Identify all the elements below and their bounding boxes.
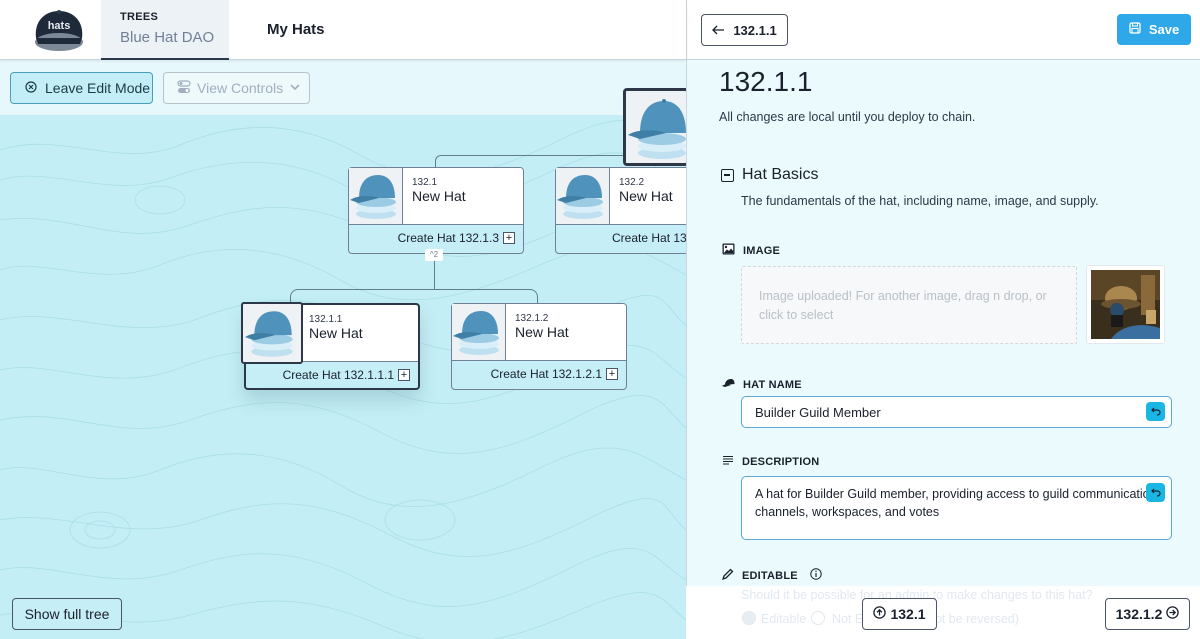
local-changes-note: All changes are local until you deploy t… xyxy=(719,110,976,124)
view-controls-label: View Controls xyxy=(197,80,284,96)
image-dropzone[interactable]: Image uploaded! For another image, drag … xyxy=(741,266,1077,344)
trees-label: TREES xyxy=(120,11,159,23)
create-hat-label: Create Hat 132.2.1 xyxy=(612,231,686,245)
create-hat-button[interactable]: Create Hat 132.1.3 + xyxy=(398,231,515,245)
hat-id: 132.1.1 xyxy=(309,314,343,325)
hat-id: 132.2 xyxy=(619,177,645,188)
editable-field-label: EDITABLE xyxy=(721,568,822,583)
description-textarea[interactable]: A hat for Builder Guild member, providin… xyxy=(741,476,1172,540)
description-field-label: DESCRIPTION xyxy=(722,455,819,468)
editable-label: EDITABLE xyxy=(742,569,798,582)
hat-name: New Hat xyxy=(412,188,466,204)
description-label: DESCRIPTION xyxy=(742,455,820,468)
section-title: Hat Basics xyxy=(742,166,819,183)
undo-description-button[interactable] xyxy=(1146,483,1165,502)
create-hat-button[interactable]: Create Hat 132.1.2.1 + xyxy=(491,367,618,381)
leave-edit-mode-button[interactable]: Leave Edit Mode xyxy=(10,72,153,104)
show-full-tree-button[interactable]: Show full tree xyxy=(12,598,122,630)
undo-hat-name-button[interactable] xyxy=(1146,402,1165,421)
arrow-right-circle-icon xyxy=(1166,606,1180,622)
undo-icon xyxy=(1150,488,1161,497)
chevron-down-icon xyxy=(289,80,301,96)
arrow-up-circle-icon xyxy=(873,606,887,622)
tree-canvas[interactable]: Leave Edit Mode View Controls 132.1 New … xyxy=(0,60,686,639)
save-icon xyxy=(1129,22,1141,37)
hat-image xyxy=(452,304,506,360)
hat-id: 132.1 xyxy=(412,177,438,188)
section-description: The fundamentals of the hat, including n… xyxy=(741,194,1099,208)
editable-radio[interactable] xyxy=(742,611,756,625)
tree-connector xyxy=(290,289,435,303)
editable-option-label: Editable xyxy=(761,612,807,626)
plus-icon: + xyxy=(606,368,618,380)
top-nav: hats TREES Blue Hat DAO My Hats xyxy=(0,0,686,60)
cap-icon xyxy=(722,378,735,392)
leave-edit-mode-label: Leave Edit Mode xyxy=(45,80,151,96)
root-hat-image[interactable] xyxy=(623,88,686,166)
pencil-icon xyxy=(721,568,734,583)
section-hat-basics-toggle[interactable]: Hat Basics xyxy=(721,166,818,184)
toggle-icon xyxy=(177,79,191,97)
image-preview xyxy=(1086,265,1165,344)
tree-connector xyxy=(434,289,538,303)
plus-icon: + xyxy=(503,232,515,244)
text-lines-icon xyxy=(722,455,734,468)
hat-card-132-1[interactable]: 132.1 New Hat Create Hat 132.1.3 + xyxy=(348,167,524,254)
collapse-icon xyxy=(721,168,734,182)
info-icon[interactable] xyxy=(810,568,822,583)
hat-card-header: 132.1.2 New Hat xyxy=(452,304,626,361)
hat-image xyxy=(556,168,610,224)
arrow-left-icon xyxy=(712,23,725,38)
back-button[interactable]: 132.1.1 xyxy=(701,14,788,46)
next-hat-label: 132.1.2 xyxy=(1115,606,1163,622)
hat-name: New Hat xyxy=(619,188,673,204)
hat-name: New Hat xyxy=(515,324,569,340)
create-hat-button[interactable]: Create Hat 132.2.1 xyxy=(612,231,686,245)
close-circle-icon xyxy=(25,80,37,96)
undo-icon xyxy=(1150,407,1161,416)
image-label: IMAGE xyxy=(743,244,781,257)
nav-tab-my-hats[interactable]: My Hats xyxy=(267,21,325,38)
hat-name-label: HAT NAME xyxy=(743,379,802,391)
hat-name-field-label: HAT NAME xyxy=(722,378,802,392)
parent-hat-label: 132.1 xyxy=(890,606,926,622)
create-hat-button[interactable]: Create Hat 132.1.1.1 + xyxy=(283,368,410,382)
hat-card-header: 132.2 New Hat xyxy=(556,168,686,225)
create-hat-label: Create Hat 132.1.3 xyxy=(397,231,499,245)
plus-icon: + xyxy=(398,369,410,381)
create-hat-label: Create Hat 132.1.2.1 xyxy=(490,367,602,381)
save-button[interactable]: Save xyxy=(1117,14,1191,45)
hats-logo[interactable]: hats xyxy=(30,8,88,54)
hat-card-header: 132.1 New Hat xyxy=(349,168,523,225)
hat-image xyxy=(349,168,403,224)
logo-text: hats xyxy=(48,20,71,32)
hat-card-132-1-2[interactable]: 132.1.2 New Hat Create Hat 132.1.2.1 + xyxy=(451,303,627,390)
image-icon xyxy=(722,243,735,258)
view-controls-dropdown[interactable]: View Controls xyxy=(163,72,310,104)
not-editable-radio[interactable] xyxy=(811,611,825,625)
hat-name: New Hat xyxy=(309,325,363,341)
hat-id: 132.1.2 xyxy=(515,313,549,324)
hat-name-input[interactable]: Builder Guild Member xyxy=(741,396,1172,428)
hat-card-header: 132.1.1 New Hat xyxy=(241,302,418,364)
parent-hat-button[interactable]: 132.1 xyxy=(862,598,937,630)
save-label: Save xyxy=(1148,22,1180,37)
tree-name: Blue Hat DAO xyxy=(120,29,215,46)
create-hat-label: Create Hat 132.1.1.1 xyxy=(282,368,394,382)
hat-card-132-1-1[interactable]: 132.1.1 New Hat Create Hat 132.1.1.1 + xyxy=(241,302,420,390)
image-field-label: IMAGE xyxy=(722,243,780,258)
tree-connector xyxy=(434,261,435,289)
panel-header: 132.1.1 Save xyxy=(687,0,1200,60)
hidden-children-badge[interactable]: ^2 xyxy=(425,249,443,261)
nav-tab-trees[interactable]: TREES Blue Hat DAO xyxy=(101,0,229,60)
hat-card-132-2[interactable]: 132.2 New Hat Create Hat 132.2.1 xyxy=(555,167,686,254)
next-hat-button[interactable]: 132.1.2 xyxy=(1105,598,1190,630)
hat-image xyxy=(241,302,303,364)
back-label: 132.1.1 xyxy=(733,22,777,38)
hat-title: 132.1.1 xyxy=(719,66,813,97)
